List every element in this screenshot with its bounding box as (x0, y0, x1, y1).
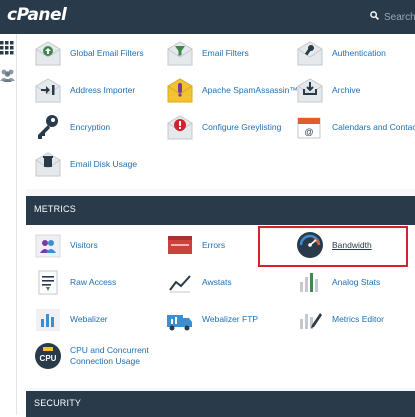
calendars-contacts-icon: @ (297, 117, 321, 139)
metrics-section-header[interactable]: METRICS (26, 196, 415, 225)
visitors-link[interactable]: Visitors (34, 231, 154, 261)
item-label: Visitors (70, 240, 98, 250)
item-label: Global Email Filters (70, 48, 144, 58)
users-button[interactable] (0, 66, 16, 86)
home-grid-button[interactable] (0, 38, 16, 58)
global-email-filters-link[interactable]: Global Email Filters (34, 39, 154, 69)
raw-access-icon (38, 270, 58, 295)
main-content: Global Email Filters Email Filters Authe… (26, 34, 415, 417)
sidebar (0, 34, 17, 415)
errors-icon (168, 236, 192, 254)
webalizer-link[interactable]: Webalizer (34, 305, 154, 335)
cpu-usage-link[interactable]: CPU CPU and Concurrent Connection Usage (34, 342, 154, 376)
greylisting-icon (167, 115, 193, 140)
awstats-link[interactable]: Awstats (166, 268, 276, 298)
item-label: Awstats (202, 277, 232, 287)
item-label: Configure Greylisting (202, 122, 282, 132)
webalizer-icon (36, 309, 60, 331)
grid-icon (0, 41, 14, 55)
item-label: Metrics Editor (332, 314, 384, 324)
metrics-editor-link[interactable]: Metrics Editor (296, 305, 406, 335)
archive-link[interactable]: Archive (296, 76, 406, 106)
raw-access-link[interactable]: Raw Access (34, 268, 154, 298)
cpu-icon: CPU (35, 343, 61, 369)
authentication-icon (297, 41, 323, 66)
calendars-contacts-link[interactable]: @ Calendars and Contacts (296, 113, 415, 143)
search-input[interactable] (384, 10, 415, 24)
awstats-icon (168, 272, 192, 294)
email-filters-icon (167, 41, 193, 66)
item-label: Webalizer FTP (202, 314, 259, 324)
section-title: METRICS (34, 204, 76, 214)
search-box[interactable] (370, 10, 415, 24)
bandwidth-highlight-box (258, 226, 408, 267)
svg-text:CPU: CPU (40, 354, 57, 363)
global-email-filters-icon (35, 41, 61, 66)
item-label: Archive (332, 85, 361, 95)
item-label: Errors (202, 240, 226, 250)
address-importer-link[interactable]: Address Importer (34, 76, 154, 106)
visitors-icon (35, 234, 61, 258)
top-bar: cPanel (0, 0, 415, 34)
webalizer-ftp-icon (167, 315, 192, 331)
authentication-link[interactable]: Authentication (296, 39, 411, 69)
encryption-link[interactable]: Encryption (34, 113, 154, 143)
metrics-editor-icon (300, 313, 322, 329)
configure-greylisting-link[interactable]: Configure Greylisting (166, 113, 291, 143)
analog-stats-icon (300, 273, 318, 292)
email-panel: Global Email Filters Email Filters Authe… (26, 34, 415, 189)
item-label: Email Filters (202, 48, 249, 58)
item-label: Apache SpamAssassin™ (202, 85, 298, 95)
key-icon (38, 115, 58, 139)
spamassassin-link[interactable]: Apache SpamAssassin™ (166, 76, 298, 106)
item-label: Authentication (332, 48, 386, 58)
users-icon (0, 69, 15, 82)
item-label: Calendars and Contacts (332, 122, 415, 132)
archive-icon (297, 78, 323, 103)
svg-text:@: @ (304, 127, 313, 137)
item-label: Webalizer (70, 314, 108, 324)
item-label: Raw Access (70, 277, 117, 287)
item-label: CPU and Concurrent Connection Usage (70, 345, 149, 366)
item-label: Analog Stats (332, 277, 381, 287)
item-label: Encryption (70, 122, 111, 132)
item-label: Email Disk Usage (70, 159, 138, 169)
analog-stats-link[interactable]: Analog Stats (296, 268, 406, 298)
email-disk-usage-link[interactable]: Email Disk Usage (34, 150, 154, 180)
spamassassin-icon (167, 78, 193, 103)
item-label: Address Importer (70, 85, 136, 95)
cpanel-logo[interactable]: cPanel (7, 5, 67, 25)
email-disk-usage-icon (35, 152, 61, 177)
search-icon[interactable] (370, 11, 379, 20)
webalizer-ftp-link[interactable]: Webalizer FTP (166, 305, 276, 335)
email-filters-link[interactable]: Email Filters (166, 39, 276, 69)
security-section-header[interactable]: SECURITY (26, 391, 415, 417)
section-title: SECURITY (34, 398, 82, 408)
address-importer-icon (35, 78, 61, 103)
